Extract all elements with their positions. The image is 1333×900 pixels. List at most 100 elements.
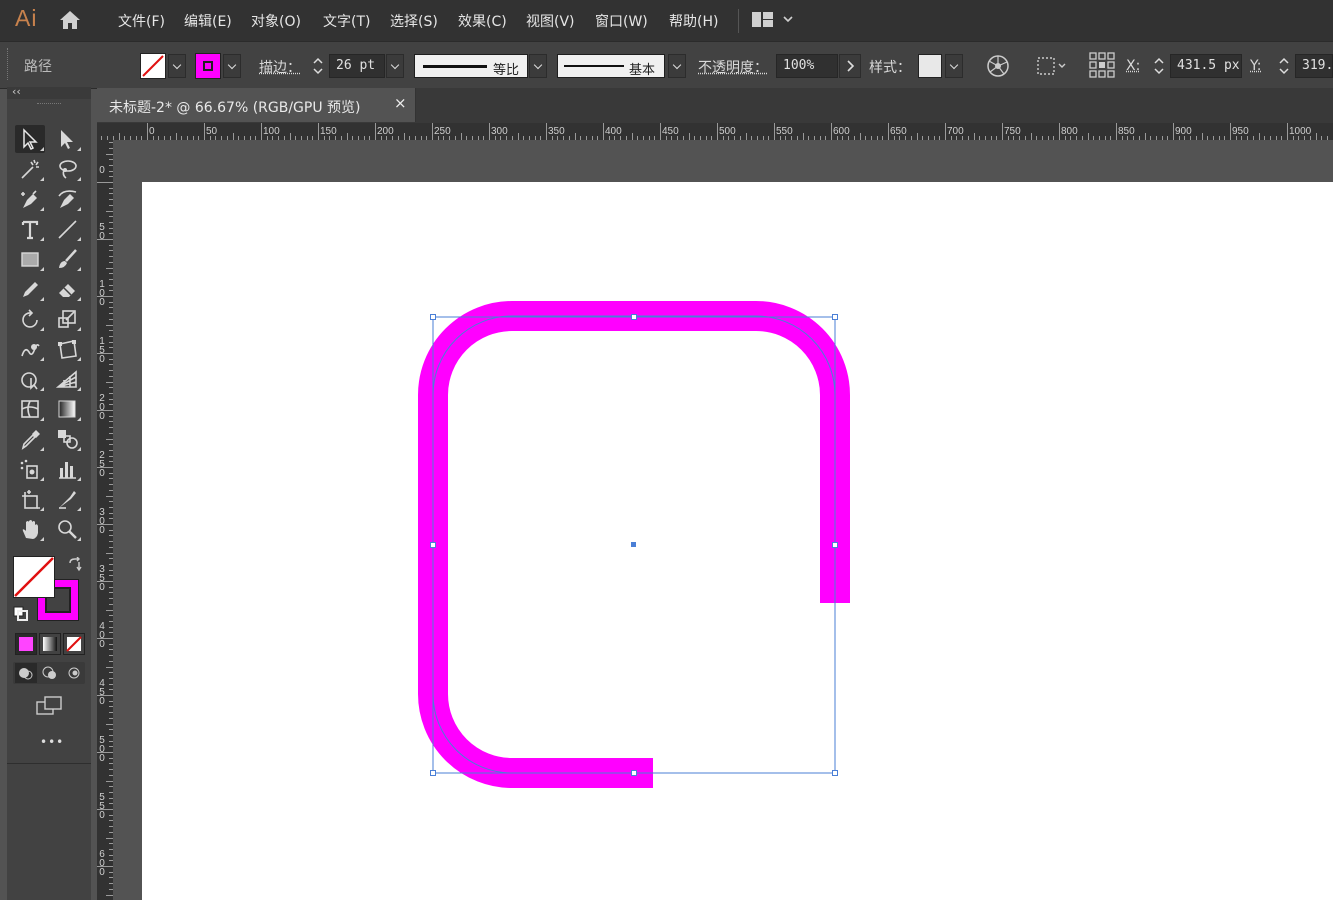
stroke-swatch-inner [203,61,213,71]
hand-tool[interactable] [15,515,45,543]
brush-definition[interactable]: 基本 [557,54,665,78]
menu-file[interactable]: 文件(F) [118,11,165,31]
blend-tool[interactable] [52,425,82,453]
tools-grip[interactable] [37,103,61,107]
zoom-tool[interactable] [52,515,82,543]
menu-type[interactable]: 文字(T) [323,11,370,31]
swap-fill-stroke-button[interactable] [67,556,83,573]
menu-object[interactable]: 对象(O) [251,11,301,31]
vertical-ruler[interactable]: 050100150200250300350400450500550600650 [97,140,113,900]
style-dropdown[interactable] [945,54,963,78]
draw-inside-button[interactable] [63,663,85,683]
workspace-switcher[interactable] [752,12,798,32]
gradient-mode-button[interactable] [39,633,61,655]
variable-width-profile[interactable]: 等比 [414,54,528,78]
direct-selection-tool[interactable] [52,125,82,153]
shape-builder-tool[interactable] [15,365,45,393]
artboard-icon [22,490,40,509]
free-transform-tool[interactable] [52,335,82,363]
opacity-label[interactable]: 不透明度： [698,57,768,77]
ruler-tick [1259,133,1260,140]
stroke-weight-stepper[interactable] [308,54,328,78]
column-graph-tool[interactable] [52,455,82,483]
warp-tool[interactable] [15,335,45,363]
pen-tool[interactable] [15,185,45,213]
stroke-weight-input[interactable]: 26 pt [329,54,385,78]
paintbrush-tool[interactable] [52,245,82,273]
recolor-artwork-button[interactable] [986,54,1010,78]
line-segment-tool[interactable] [52,215,82,243]
curvature-tool[interactable] [52,185,82,213]
gradient-tool[interactable] [52,395,82,423]
ruler-tick [1002,123,1003,140]
type-tool[interactable] [15,215,45,243]
draw-normal-button[interactable] [15,663,37,683]
collapse-panel-icon[interactable]: ‹‹ [12,85,21,98]
workspace-layout-icon [752,12,793,27]
opacity-input[interactable]: 100% [776,54,838,78]
rectangle-tool[interactable] [15,245,45,273]
tool-flyout-indicator [40,297,44,301]
stroke-weight-dropdown[interactable] [386,54,404,78]
x-label[interactable]: X: [1126,58,1140,74]
default-fill-stroke-button[interactable] [13,606,29,622]
stroke-dropdown[interactable] [223,54,241,78]
screen-mode-icon [36,696,62,715]
ruler-tick [97,752,113,753]
draw-behind-button[interactable] [39,663,61,683]
artboard-tool[interactable] [15,485,45,513]
y-stepper[interactable] [1274,54,1294,78]
eyedropper-tool[interactable] [15,425,45,453]
document-tab[interactable]: 未标题-2* @ 66.67% (RGB/GPU 预览) × [97,88,416,122]
symbol-sprayer-tool[interactable] [15,455,45,483]
none-mode-button[interactable] [63,633,85,655]
change-screen-mode-button[interactable] [35,695,65,717]
opacity-slider-button[interactable] [839,54,861,78]
close-tab-button[interactable]: × [394,94,407,112]
control-bar-grip[interactable] [7,48,11,80]
profile-dropdown[interactable] [529,54,547,78]
stroke-swatch[interactable] [195,53,221,79]
align-to-button[interactable] [1036,54,1070,78]
ruler-tick [97,296,113,297]
artboard[interactable] [142,182,1333,900]
selection-tool[interactable] [15,125,45,153]
y-input[interactable]: 319. [1295,54,1333,78]
reference-point-button[interactable] [1089,52,1115,78]
menu-edit[interactable]: 编辑(E) [184,11,232,31]
pencil-tool[interactable] [15,275,45,303]
menu-help[interactable]: 帮助(H) [669,11,718,31]
edit-toolbar-button[interactable]: ••• [40,735,64,749]
x-input[interactable]: 431.5 px [1170,54,1242,78]
perspective-grid-tool[interactable] [52,365,82,393]
magic-wand-tool[interactable] [15,155,45,183]
home-button[interactable] [58,9,82,31]
menu-window[interactable]: 窗口(W) [595,11,648,31]
scale-tool[interactable] [52,305,82,333]
stroke-label[interactable]: 描边： [259,57,301,77]
y-label[interactable]: Y: [1250,58,1261,74]
tools-panel-header[interactable]: ‹‹ [7,85,91,99]
fill-dropdown[interactable] [168,54,186,78]
ruler-tick [518,133,519,140]
fill-swatch[interactable] [140,53,166,79]
menu-bar: Ai 文件(F) 编辑(E) 对象(O) 文字(T) 选择(S) 效果(C) 视… [0,0,1333,41]
tool-flyout-indicator [40,387,44,391]
rotate-tool[interactable] [15,305,45,333]
rotate-icon [22,309,38,328]
lasso-tool[interactable] [52,155,82,183]
tool-flyout-indicator [77,537,81,541]
slice-tool[interactable] [52,485,82,513]
menu-select[interactable]: 选择(S) [390,11,438,31]
mesh-tool[interactable] [15,395,45,423]
ruler-tick [404,133,405,140]
fill-color-box[interactable] [13,556,55,598]
horizontal-ruler[interactable]: 0 50 100 150 200 250 300 350 400 450 500 550 600 650 7… [97,123,1333,140]
menu-view[interactable]: 视图(V) [526,11,575,31]
x-stepper[interactable] [1149,54,1169,78]
brush-dropdown[interactable] [668,54,686,78]
color-mode-button[interactable] [15,633,37,655]
menu-effect[interactable]: 效果(C) [458,11,507,31]
eraser-tool[interactable] [52,275,82,303]
graphic-style-swatch[interactable] [918,54,942,78]
